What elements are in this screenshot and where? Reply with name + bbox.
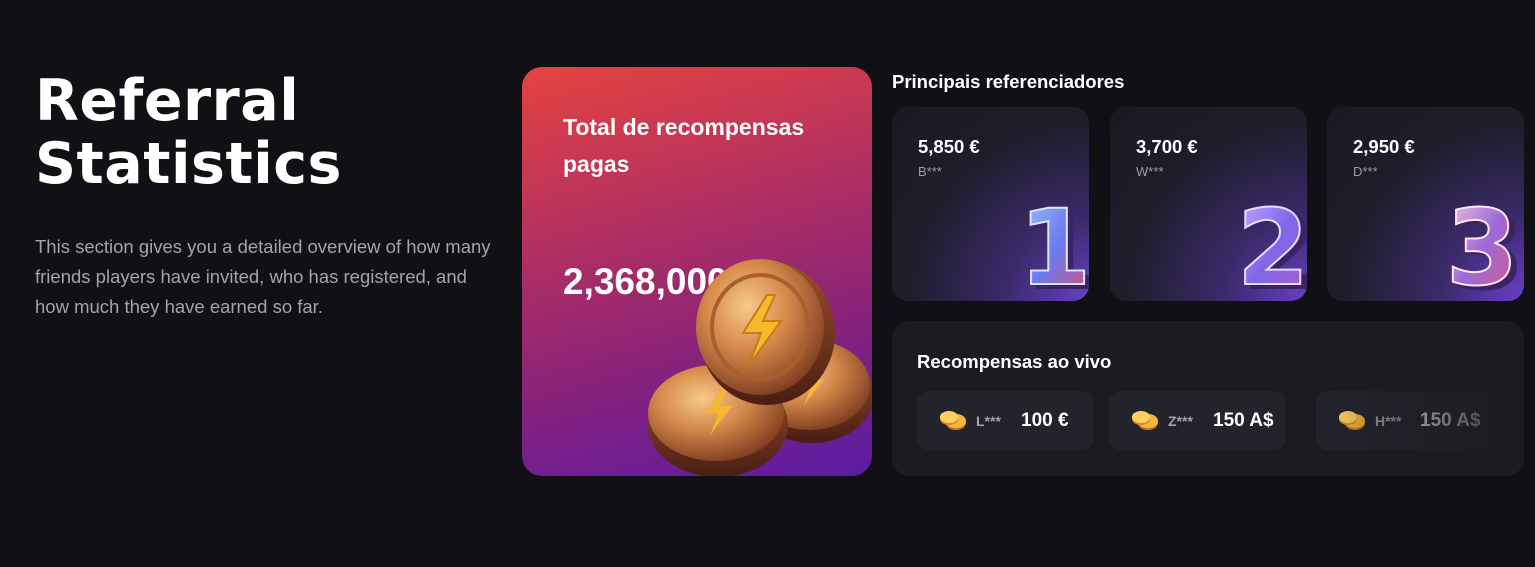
- live-rewards-panel: Recompensas ao vivo L*** 100 € Z*** 150 …: [892, 321, 1524, 476]
- page-title: Referral Statistics: [35, 70, 495, 196]
- rank-2-badge: 2 2: [1236, 186, 1307, 301]
- live-reward-user: L***: [976, 412, 1001, 429]
- title-line-2: Statistics: [35, 131, 342, 197]
- coins-icon: [1132, 410, 1158, 430]
- referrer-name: B***: [918, 164, 942, 179]
- referrer-card-3: 2,950 € D*** 3 3: [1327, 107, 1524, 301]
- title-line-1: Referral: [35, 68, 300, 134]
- lightning-coins-icon: [648, 259, 872, 476]
- rank-number: 2: [1237, 187, 1307, 301]
- intro-description: This section gives you a detailed overvi…: [35, 236, 491, 317]
- top-referrers-title: Principais referenciadores: [892, 71, 1125, 92]
- referrer-card-1: 5,850 € B*** 1 1: [892, 107, 1089, 301]
- live-reward-user: H***: [1375, 412, 1402, 429]
- live-reward-item: Z*** 150 A$: [1109, 391, 1286, 450]
- referrer-amount: 5,850 €: [918, 136, 980, 157]
- referrer-name: D***: [1353, 164, 1378, 179]
- live-rewards-title: Recompensas ao vivo: [917, 351, 1112, 372]
- live-reward-item: L*** 100 €: [917, 391, 1094, 450]
- referral-statistics-section: Referral Statistics This section gives y…: [0, 0, 1535, 567]
- total-rewards-card: Total de recompensas pagas 2,368,000 €: [522, 67, 872, 476]
- rank-number: 3: [1446, 187, 1518, 301]
- referrer-name: W***: [1136, 164, 1164, 179]
- live-reward-item: H*** 150 A$: [1316, 391, 1493, 450]
- referrer-card-2: 3,700 € W*** 2 2: [1110, 107, 1307, 301]
- intro: Referral Statistics This section gives y…: [35, 70, 495, 322]
- referrer-amount: 2,950 €: [1353, 136, 1415, 157]
- live-reward-value: 150 A$: [1213, 409, 1274, 431]
- rank-number: 1: [1019, 187, 1089, 301]
- coins-icon: [1339, 410, 1365, 430]
- coins-icon: [940, 410, 966, 430]
- live-reward-value: 150 A$: [1420, 409, 1481, 431]
- rank-1-badge: 1 1: [1018, 186, 1089, 301]
- rank-3-badge: 3 3: [1445, 186, 1524, 301]
- referrer-amount: 3,700 €: [1136, 136, 1198, 157]
- total-rewards-label: Total de recompensas pagas: [563, 114, 805, 177]
- live-reward-value: 100 €: [1021, 409, 1069, 431]
- live-reward-user: Z***: [1168, 412, 1193, 429]
